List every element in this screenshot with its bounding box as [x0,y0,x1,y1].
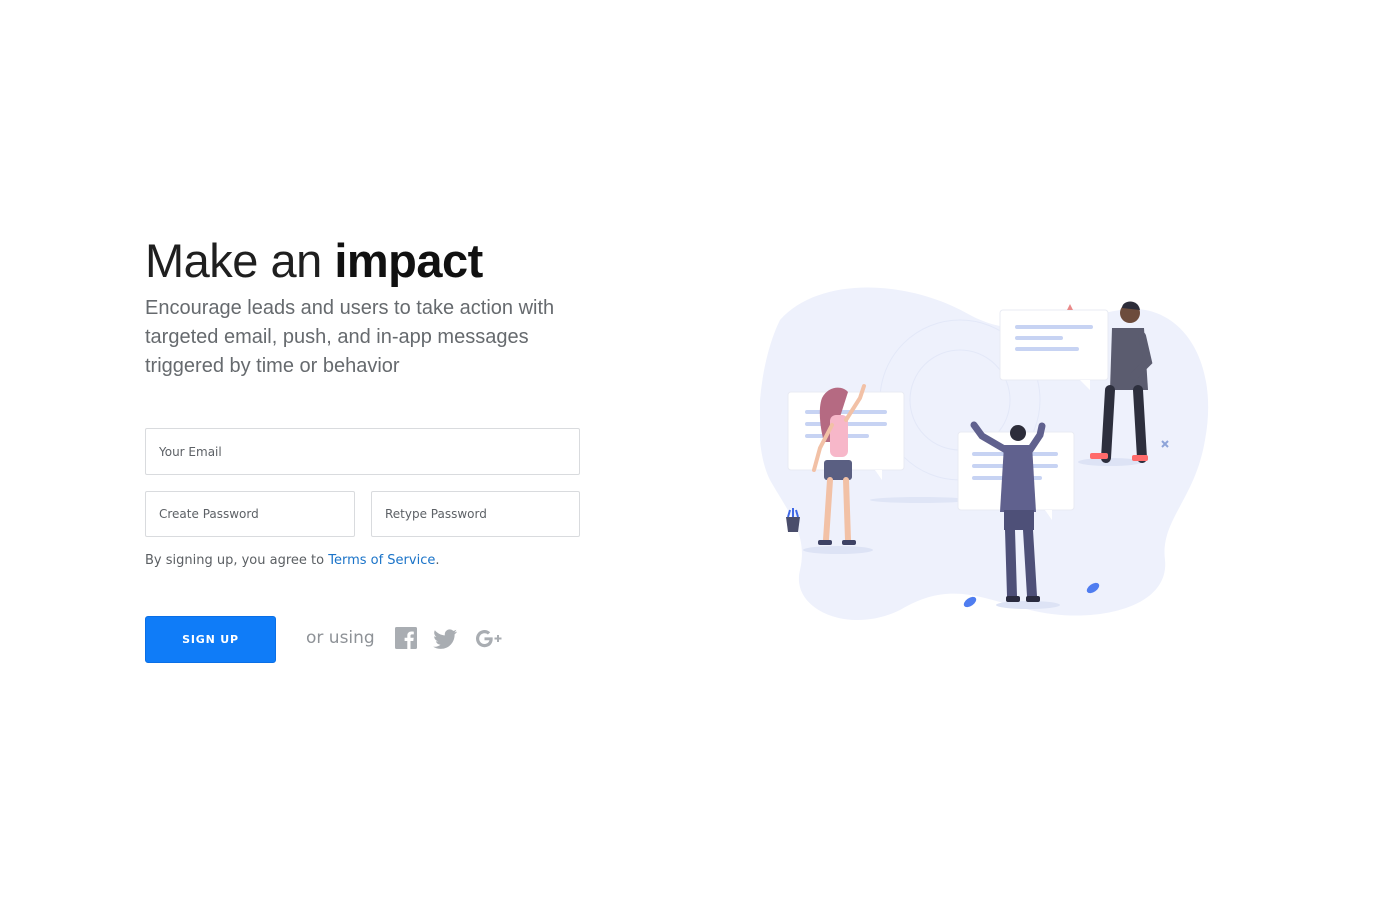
or-using-label: or using [306,628,375,648]
retype-password-field[interactable] [371,491,580,537]
headline-bold: impact [334,234,483,287]
signup-page: Make an impact Encourage leads and users… [0,0,1400,900]
terms-suffix: . [435,553,440,568]
create-password-field[interactable] [145,491,355,537]
sign-up-button[interactable]: SIGN UP [145,616,276,663]
terms-prefix: By signing up, you agree to [145,553,329,568]
terms-of-service-link[interactable]: Terms of Service [328,553,435,568]
twitter-icon[interactable] [432,626,458,652]
terms-notice: By signing up, you agree to Terms of Ser… [145,553,439,568]
facebook-icon[interactable] [394,626,420,652]
google-plus-icon[interactable] [474,626,506,652]
headline-light: Make an [145,234,335,287]
team-illustration [760,287,1209,620]
hero-subheading: Encourage leads and users to take action… [145,297,555,377]
hero-section: Make an impact Encourage leads and users… [145,230,585,381]
page-title: Make an impact [145,230,585,292]
email-field[interactable] [145,428,580,475]
